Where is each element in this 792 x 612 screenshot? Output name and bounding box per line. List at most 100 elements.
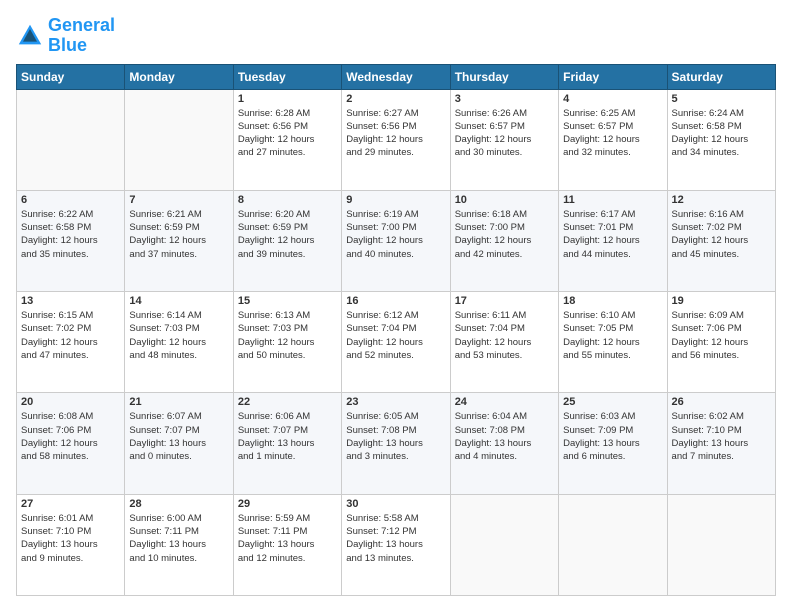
logo-icon xyxy=(16,22,44,50)
calendar-cell: 4 Sunrise: 6:25 AM Sunset: 6:57 PM Daylig… xyxy=(559,89,667,190)
calendar-cell: 3 Sunrise: 6:26 AM Sunset: 6:57 PM Daylig… xyxy=(450,89,558,190)
day-number: 18 xyxy=(563,295,662,307)
calendar-cell xyxy=(125,89,233,190)
day-number: 14 xyxy=(129,295,228,307)
calendar-cell: 28 Sunrise: 6:00 AM Sunset: 7:11 PM Dayli… xyxy=(125,494,233,595)
calendar-cell: 22 Sunrise: 6:06 AM Sunset: 7:07 PM Dayli… xyxy=(233,393,341,494)
day-info: Sunrise: 6:11 AM Sunset: 7:04 PM Dayligh… xyxy=(455,309,554,362)
day-number: 8 xyxy=(238,194,337,206)
calendar-cell: 9Sunrise: 6:19 AM Sunset: 7:00 PM Daylig… xyxy=(342,190,450,291)
day-number: 27 xyxy=(21,498,120,510)
calendar-week-2: 6 Sunrise: 6:22 AM Sunset: 6:58 PM Daylig… xyxy=(17,190,776,291)
day-number: 30 xyxy=(346,498,445,510)
day-info: Sunrise: 6:24 AM Sunset: 6:58 PM Dayligh… xyxy=(672,107,771,160)
day-info: Sunrise: 6:15 AM Sunset: 7:02 PM Dayligh… xyxy=(21,309,120,362)
day-info: Sunrise: 6:09 AM Sunset: 7:06 PM Dayligh… xyxy=(672,309,771,362)
day-info: Sunrise: 6:06 AM Sunset: 7:07 PM Dayligh… xyxy=(238,410,337,463)
day-number: 1 xyxy=(238,93,337,105)
day-number: 15 xyxy=(238,295,337,307)
day-info: Sunrise: 6:13 AM Sunset: 7:03 PM Dayligh… xyxy=(238,309,337,362)
day-info: Sunrise: 6:26 AM Sunset: 6:57 PM Dayligh… xyxy=(455,107,554,160)
calendar-cell: 1 Sunrise: 6:28 AM Sunset: 6:56 PM Daylig… xyxy=(233,89,341,190)
day-number: 25 xyxy=(563,396,662,408)
day-info: Sunrise: 5:59 AM Sunset: 7:11 PM Dayligh… xyxy=(238,512,337,565)
calendar-header-sunday: Sunday xyxy=(17,64,125,89)
day-info: Sunrise: 5:58 AM Sunset: 7:12 PM Dayligh… xyxy=(346,512,445,565)
calendar-cell: 19 Sunrise: 6:09 AM Sunset: 7:06 PM Dayli… xyxy=(667,292,775,393)
logo-text: General Blue xyxy=(48,16,115,56)
day-number: 19 xyxy=(672,295,771,307)
day-number: 5 xyxy=(672,93,771,105)
calendar-cell: 24Sunrise: 6:04 AM Sunset: 7:08 PM Dayli… xyxy=(450,393,558,494)
calendar-cell xyxy=(667,494,775,595)
day-info: Sunrise: 6:25 AM Sunset: 6:57 PM Dayligh… xyxy=(563,107,662,160)
day-number: 20 xyxy=(21,396,120,408)
day-info: Sunrise: 6:00 AM Sunset: 7:11 PM Dayligh… xyxy=(129,512,228,565)
day-number: 3 xyxy=(455,93,554,105)
calendar-cell: 15 Sunrise: 6:13 AM Sunset: 7:03 PM Dayli… xyxy=(233,292,341,393)
calendar-header-thursday: Thursday xyxy=(450,64,558,89)
day-info: Sunrise: 6:21 AM Sunset: 6:59 PM Dayligh… xyxy=(129,208,228,261)
calendar-cell: 14 Sunrise: 6:14 AM Sunset: 7:03 PM Dayli… xyxy=(125,292,233,393)
day-number: 24 xyxy=(455,396,554,408)
day-number: 28 xyxy=(129,498,228,510)
calendar-cell: 13 Sunrise: 6:15 AM Sunset: 7:02 PM Dayli… xyxy=(17,292,125,393)
calendar-cell: 2Sunrise: 6:27 AM Sunset: 6:56 PM Daylig… xyxy=(342,89,450,190)
calendar-header-monday: Monday xyxy=(125,64,233,89)
day-info: Sunrise: 6:16 AM Sunset: 7:02 PM Dayligh… xyxy=(672,208,771,261)
logo: General Blue xyxy=(16,16,115,56)
calendar-cell: 27 Sunrise: 6:01 AM Sunset: 7:10 PM Dayli… xyxy=(17,494,125,595)
day-number: 16 xyxy=(346,295,445,307)
day-number: 23 xyxy=(346,396,445,408)
calendar-cell xyxy=(17,89,125,190)
day-number: 11 xyxy=(563,194,662,206)
day-info: Sunrise: 6:01 AM Sunset: 7:10 PM Dayligh… xyxy=(21,512,120,565)
calendar-week-4: 20 Sunrise: 6:08 AM Sunset: 7:06 PM Dayli… xyxy=(17,393,776,494)
page: General Blue SundayMondayTuesdayWednesda… xyxy=(0,0,792,612)
calendar-cell: 18 Sunrise: 6:10 AM Sunset: 7:05 PM Dayli… xyxy=(559,292,667,393)
calendar-cell: 26 Sunrise: 6:02 AM Sunset: 7:10 PM Dayli… xyxy=(667,393,775,494)
day-info: Sunrise: 6:03 AM Sunset: 7:09 PM Dayligh… xyxy=(563,410,662,463)
day-number: 21 xyxy=(129,396,228,408)
calendar-cell: 17 Sunrise: 6:11 AM Sunset: 7:04 PM Dayli… xyxy=(450,292,558,393)
day-number: 2 xyxy=(346,93,445,105)
day-info: Sunrise: 6:18 AM Sunset: 7:00 PM Dayligh… xyxy=(455,208,554,261)
calendar-week-5: 27 Sunrise: 6:01 AM Sunset: 7:10 PM Dayli… xyxy=(17,494,776,595)
calendar-cell: 16 Sunrise: 6:12 AM Sunset: 7:04 PM Dayli… xyxy=(342,292,450,393)
calendar-cell: 6 Sunrise: 6:22 AM Sunset: 6:58 PM Daylig… xyxy=(17,190,125,291)
day-info: Sunrise: 6:22 AM Sunset: 6:58 PM Dayligh… xyxy=(21,208,120,261)
day-number: 6 xyxy=(21,194,120,206)
calendar-cell xyxy=(559,494,667,595)
calendar-header-wednesday: Wednesday xyxy=(342,64,450,89)
calendar-header-tuesday: Tuesday xyxy=(233,64,341,89)
calendar-cell: 21Sunrise: 6:07 AM Sunset: 7:07 PM Dayli… xyxy=(125,393,233,494)
day-number: 26 xyxy=(672,396,771,408)
calendar-cell: 30 Sunrise: 5:58 AM Sunset: 7:12 PM Dayli… xyxy=(342,494,450,595)
day-number: 9 xyxy=(346,194,445,206)
calendar-week-3: 13 Sunrise: 6:15 AM Sunset: 7:02 PM Dayli… xyxy=(17,292,776,393)
calendar-cell: 10 Sunrise: 6:18 AM Sunset: 7:00 PM Dayli… xyxy=(450,190,558,291)
header: General Blue xyxy=(16,16,776,56)
day-info: Sunrise: 6:20 AM Sunset: 6:59 PM Dayligh… xyxy=(238,208,337,261)
day-info: Sunrise: 6:10 AM Sunset: 7:05 PM Dayligh… xyxy=(563,309,662,362)
day-number: 4 xyxy=(563,93,662,105)
calendar-cell: 11Sunrise: 6:17 AM Sunset: 7:01 PM Dayli… xyxy=(559,190,667,291)
day-number: 12 xyxy=(672,194,771,206)
day-info: Sunrise: 6:08 AM Sunset: 7:06 PM Dayligh… xyxy=(21,410,120,463)
day-number: 13 xyxy=(21,295,120,307)
calendar-cell: 20 Sunrise: 6:08 AM Sunset: 7:06 PM Dayli… xyxy=(17,393,125,494)
day-number: 7 xyxy=(129,194,228,206)
calendar-cell xyxy=(450,494,558,595)
calendar-cell: 7 Sunrise: 6:21 AM Sunset: 6:59 PM Daylig… xyxy=(125,190,233,291)
calendar-header-saturday: Saturday xyxy=(667,64,775,89)
day-info: Sunrise: 6:12 AM Sunset: 7:04 PM Dayligh… xyxy=(346,309,445,362)
day-info: Sunrise: 6:28 AM Sunset: 6:56 PM Dayligh… xyxy=(238,107,337,160)
calendar-cell: 8 Sunrise: 6:20 AM Sunset: 6:59 PM Daylig… xyxy=(233,190,341,291)
calendar-cell: 23Sunrise: 6:05 AM Sunset: 7:08 PM Dayli… xyxy=(342,393,450,494)
day-number: 17 xyxy=(455,295,554,307)
day-number: 10 xyxy=(455,194,554,206)
day-number: 22 xyxy=(238,396,337,408)
day-info: Sunrise: 6:02 AM Sunset: 7:10 PM Dayligh… xyxy=(672,410,771,463)
calendar-cell: 25 Sunrise: 6:03 AM Sunset: 7:09 PM Dayli… xyxy=(559,393,667,494)
day-info: Sunrise: 6:14 AM Sunset: 7:03 PM Dayligh… xyxy=(129,309,228,362)
